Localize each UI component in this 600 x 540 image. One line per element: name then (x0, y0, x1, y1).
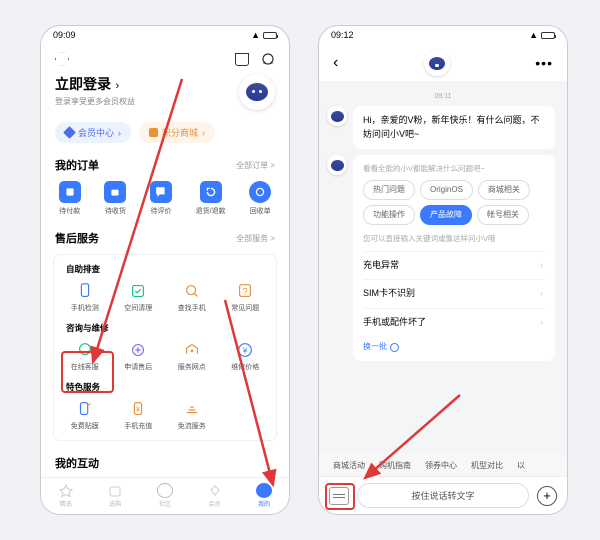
sug-compare[interactable]: 机型对比 (471, 460, 503, 471)
svc-space-clean[interactable]: 空间清理 (112, 277, 166, 318)
back-button[interactable]: ‹ (333, 54, 338, 72)
chat-avatar (424, 50, 450, 76)
settings-hex-icon[interactable] (55, 52, 69, 66)
status-bar-r: 09:12 ▲ (319, 26, 567, 44)
after-more[interactable]: 全部服务 > (236, 233, 275, 244)
svc-repair-price[interactable]: ¥维修价格 (219, 336, 273, 377)
cat-hot[interactable]: 热门问题 (363, 180, 415, 200)
svc-recharge[interactable]: ¥手机充值 (112, 395, 166, 436)
headset-icon[interactable] (261, 52, 275, 66)
input-bar: 按住说话转文字 + (319, 476, 567, 514)
order-pending-pay[interactable]: 待付款 (59, 181, 81, 216)
avatar[interactable] (239, 74, 275, 110)
sug-coupon[interactable]: 领券中心 (425, 460, 457, 471)
cat-function[interactable]: 功能操作 (363, 205, 415, 225)
status-time: 09:09 (53, 30, 76, 40)
q-head: 您可以直接输入关键词或像这样问小V哦 (363, 233, 545, 244)
tab-community[interactable]: 社区 (157, 483, 173, 508)
order-refund[interactable]: 退货/退款 (196, 181, 226, 216)
service-box: 自助排查 手机检测 空间清理 查找手机 ?常见问题 咨询与维修 在线客服 申请售… (53, 254, 277, 441)
cat-mall[interactable]: 商城相关 (478, 180, 530, 200)
cart-icon[interactable] (235, 53, 249, 66)
bot-avatar-icon (327, 106, 347, 126)
q-charge[interactable]: 充电异常› (363, 251, 545, 280)
svc-sub1: 自助排查 (58, 259, 272, 277)
svc-online-cs[interactable]: 在线客服 (58, 336, 112, 377)
sug-more[interactable]: 以 (517, 460, 525, 471)
status-icons: ▲ (251, 30, 277, 40)
cat-head: 看看全能的小V都能解决什么问题吧~ (363, 163, 545, 174)
svg-text:¥: ¥ (242, 347, 248, 356)
svc-phone-check[interactable]: 手机检测 (58, 277, 112, 318)
q-broken[interactable]: 手机或配件坏了› (363, 308, 545, 337)
points-mall-chip[interactable]: 积分商城 › (139, 122, 215, 143)
plus-button[interactable]: + (537, 486, 557, 506)
cat-product-fault[interactable]: 产品故障 (420, 205, 472, 225)
order-pending-review[interactable]: 待评价 (150, 181, 172, 216)
bot-avatar-icon (327, 155, 347, 175)
tab-featured[interactable]: 精选 (58, 483, 74, 508)
order-recycle[interactable]: 回收单 (249, 181, 271, 216)
status-time-r: 09:12 (331, 30, 354, 40)
tab-shop[interactable]: 选购 (107, 483, 123, 508)
svc-sub3: 特色服务 (58, 377, 272, 395)
svc-sub2: 咨询与维修 (58, 318, 272, 336)
after-title: 售后服务 (55, 230, 99, 246)
login-title[interactable]: 立即登录 › (55, 74, 135, 94)
order-pending-receive[interactable]: 待收货 (104, 181, 126, 216)
svg-text:?: ? (243, 287, 248, 297)
voice-input-button[interactable]: 按住说话转文字 (357, 483, 529, 508)
tab-member[interactable]: 会员 (207, 483, 223, 508)
svc-faq[interactable]: ?常见问题 (219, 277, 273, 318)
q-sim[interactable]: SIM卡不识别› (363, 279, 545, 308)
suggestion-bar: 商城活动 购机指南 领券中心 机型对比 以 (319, 453, 567, 478)
svg-text:¥: ¥ (136, 405, 141, 414)
svc-apply-after[interactable]: 申请售后 (112, 336, 166, 377)
swap-batch[interactable]: 换一批 (363, 341, 545, 353)
sug-buy[interactable]: 购机指南 (379, 460, 411, 471)
more-button[interactable]: ••• (535, 55, 553, 71)
category-bubble: 看看全能的小V都能解决什么问题吧~ 热门问题 OriginOS 商城相关 功能操… (353, 155, 555, 361)
orders-title: 我的订单 (55, 157, 99, 173)
keyboard-button[interactable] (329, 487, 349, 505)
greeting-bubble: Hi，亲爱的V粉，新年快乐！有什么问题，不妨问问小V吧~ (353, 106, 555, 149)
orders-more[interactable]: 全部订单 > (236, 160, 275, 171)
status-bar: 09:09 ▲ (41, 26, 289, 44)
member-center-chip[interactable]: 会员中心 › (55, 122, 131, 143)
tab-bar: 精选 选购 社区 会员 我的 (41, 477, 289, 514)
svc-service-point[interactable]: 服务网点 (165, 336, 219, 377)
svc-find-phone[interactable]: 查找手机 (165, 277, 219, 318)
login-subtitle: 登录享受更多会员权益 (55, 96, 135, 107)
svc-free-film[interactable]: 免费贴膜 (58, 395, 112, 436)
interact-title: 我的互动 (55, 455, 99, 471)
svc-free-data[interactable]: 免流服务 (165, 395, 219, 436)
tab-mine[interactable]: 我的 (256, 483, 272, 508)
cat-account[interactable]: 帐号相关 (477, 205, 529, 225)
sug-mall[interactable]: 商城活动 (333, 460, 365, 471)
cat-originos[interactable]: OriginOS (420, 180, 473, 200)
chat-time: 09:11 (319, 93, 567, 100)
